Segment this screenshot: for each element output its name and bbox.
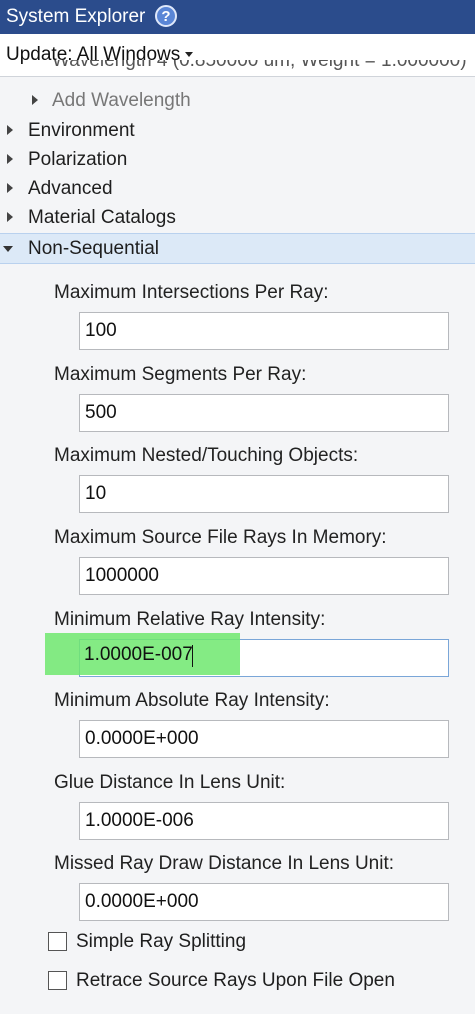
chevron-down-icon: [185, 52, 194, 58]
field-label-min-relative-intensity: Minimum Relative Ray Intensity:: [54, 609, 326, 630]
tree-item-label: Material Catalogs: [28, 207, 176, 228]
min-relative-intensity-value: 1.0000E-007: [84, 644, 193, 665]
max-intersections-input[interactable]: 100: [79, 312, 449, 350]
min-absolute-intensity-input[interactable]: 0.0000E+000: [79, 720, 449, 758]
tree-item-add-wavelength[interactable]: Add Wavelength: [0, 86, 475, 115]
checkbox-box[interactable]: [48, 971, 67, 990]
tree-item-label: Add Wavelength: [52, 90, 191, 111]
max-segments-input[interactable]: 500: [79, 394, 449, 432]
field-label-glue-distance: Glue Distance In Lens Unit:: [54, 772, 286, 793]
tree-item-wavelength-label: Wavelength 4 (0.850000 um, Weight = 1.00…: [52, 60, 467, 71]
title-bar: System Explorer ?: [0, 0, 475, 34]
field-label-max-segments: Maximum Segments Per Ray:: [54, 364, 307, 385]
field-label-missed-ray-distance: Missed Ray Draw Distance In Lens Unit:: [54, 853, 395, 874]
expand-arrow-icon[interactable]: [7, 125, 13, 135]
tree-item-advanced[interactable]: Advanced: [0, 174, 475, 203]
tree-item-non-sequential[interactable]: Non-Sequential: [0, 233, 475, 264]
expand-arrow-icon[interactable]: [7, 212, 13, 222]
tree-item-label: Polarization: [28, 149, 128, 170]
tree-item-label: Non-Sequential: [28, 238, 159, 259]
checkbox-label: Retrace Source Rays Upon File Open: [76, 970, 395, 991]
expand-arrow-icon[interactable]: [32, 95, 38, 105]
expand-arrow-icon[interactable]: [7, 183, 13, 193]
glue-distance-input[interactable]: 1.0000E-006: [79, 802, 449, 840]
tree-item-label: Environment: [28, 120, 135, 141]
window-title: System Explorer: [6, 6, 146, 27]
max-source-rays-input[interactable]: 1000000: [79, 557, 449, 595]
help-icon[interactable]: ?: [155, 5, 177, 27]
collapse-arrow-icon[interactable]: [3, 246, 13, 252]
max-nested-input[interactable]: 10: [79, 475, 449, 513]
tree-item-environment[interactable]: Environment: [0, 116, 475, 145]
field-label-max-source-rays: Maximum Source File Rays In Memory:: [54, 527, 387, 548]
tree-item-label: Advanced: [28, 178, 113, 199]
tree-item-polarization[interactable]: Polarization: [0, 145, 475, 174]
field-label-max-intersections: Maximum Intersections Per Ray:: [54, 282, 329, 303]
tree-item-wavelength-clipped[interactable]: Wavelength 4 (0.850000 um, Weight = 1.00…: [52, 60, 475, 76]
checkbox-box[interactable]: [48, 932, 67, 951]
text-cursor: [192, 645, 193, 667]
checkbox-label: Simple Ray Splitting: [76, 931, 247, 952]
missed-ray-distance-input[interactable]: 0.0000E+000: [79, 883, 449, 921]
tree-item-material-catalogs[interactable]: Material Catalogs: [0, 203, 475, 232]
field-label-min-absolute-intensity: Minimum Absolute Ray Intensity:: [54, 690, 330, 711]
expand-arrow-icon[interactable]: [7, 154, 13, 164]
field-label-max-nested: Maximum Nested/Touching Objects:: [54, 445, 359, 466]
